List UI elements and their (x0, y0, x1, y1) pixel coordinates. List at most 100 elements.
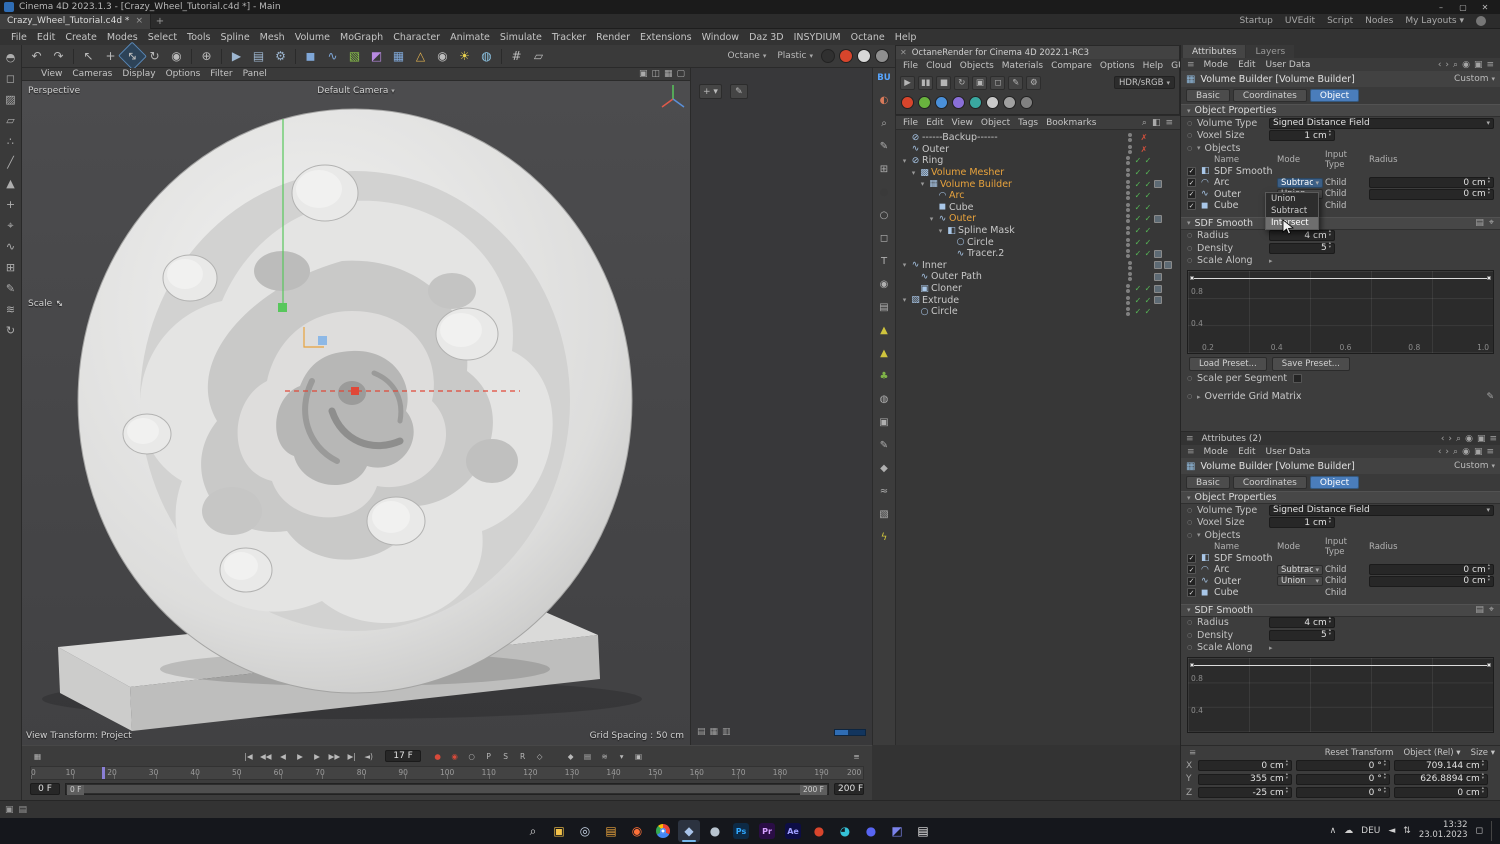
size-field[interactable]: 709.144 cm ▴ ▾ (1394, 759, 1488, 772)
texture-mode-icon[interactable]: ▨ (5, 94, 15, 105)
attr-menu-icon[interactable]: ≡ (1489, 434, 1497, 444)
reset-transform-button[interactable]: Reset Transform (1325, 748, 1394, 758)
history-icon[interactable]: ↻ (6, 325, 15, 336)
object-manager-menu-view[interactable]: View (948, 118, 977, 128)
attr-search-icon[interactable]: ⌕ (1453, 447, 1458, 457)
position-field[interactable]: 355 cm ▴ ▾ (1198, 773, 1292, 785)
octane-warning-a-icon[interactable]: ▲ (880, 326, 888, 336)
enabled-check-icon[interactable]: ✓ (1134, 238, 1142, 247)
sdf-preset-icon[interactable]: ▤ (1475, 218, 1484, 228)
record-position-button[interactable]: P (481, 750, 496, 763)
curve-line[interactable] (1190, 663, 1491, 667)
object-row-arc[interactable]: ◠ Arc ✓ ✓ (896, 190, 1180, 202)
octane-glossy-material-icon[interactable] (918, 96, 931, 109)
octane-zoom-icon[interactable]: ⌕ (881, 119, 887, 129)
autokey-button[interactable]: ◉ (447, 750, 462, 763)
camera-label[interactable]: Default Camera ▾ (317, 86, 394, 96)
volume-object-row-cube[interactable]: ✓ ◼ Cube Child (1181, 200, 1500, 212)
attributes-tab[interactable]: Attributes (1183, 45, 1246, 58)
position-field[interactable]: -25 cm ▴ ▾ (1198, 786, 1292, 799)
points-mode-icon[interactable]: ∴ (7, 136, 14, 147)
add-camera-icon[interactable]: ◉ (432, 46, 453, 66)
viewport-menu-display[interactable]: Display (117, 69, 160, 79)
enabled-check-icon[interactable]: ✓ (1144, 191, 1152, 200)
octane-sphere-icon[interactable]: ○ (880, 211, 889, 221)
vp-grid-view-icon[interactable]: ▦ (664, 69, 673, 79)
visibility-dots-icon[interactable] (1126, 307, 1130, 317)
visibility-dots-icon[interactable] (1126, 226, 1130, 236)
tray-chevron-icon[interactable]: ∧ (1330, 826, 1337, 836)
menubar-item-mesh[interactable]: Mesh (255, 32, 290, 43)
viewport-menu-options[interactable]: Options (161, 69, 206, 79)
octane-specular-material-icon[interactable] (935, 96, 948, 109)
attr-back-icon[interactable]: ‹ (1438, 447, 1442, 457)
object-manager-menu-edit[interactable]: Edit (922, 118, 947, 128)
rotation-field[interactable]: 0 ° ▴ ▾ (1296, 759, 1390, 772)
morph-tool-icon[interactable]: ≋ (6, 304, 15, 315)
octane-frame-icon[interactable]: ▣ (879, 418, 888, 428)
section-sdf-smooth[interactable]: ▾ SDF Smooth ▤ ⌖ (1181, 603, 1500, 617)
object-row-outer[interactable]: ∿ Outer ✗ (896, 144, 1180, 156)
document-tab[interactable]: Crazy_Wheel_Tutorial.c4d * × (0, 13, 151, 29)
visibility-dots-icon[interactable] (1128, 260, 1132, 270)
mode-dropdown-button[interactable]: Subtract▾ (1277, 177, 1323, 188)
mode-dropdown-button[interactable]: Subtract▾ (1277, 564, 1323, 575)
octane-diamond-icon[interactable]: ◆ (880, 464, 888, 474)
add-environment-icon[interactable]: ◍ (476, 46, 497, 66)
rotate-tool-icon[interactable]: ↻ (144, 46, 165, 66)
size-field[interactable]: 0 cm ▴ ▾ (1394, 786, 1488, 799)
octane-kernel-icon[interactable] (1020, 96, 1033, 109)
enabled-check-icon[interactable]: ✓ (1134, 296, 1142, 305)
layout-tab-uvedit[interactable]: UVEdit (1285, 16, 1315, 26)
enabled-check-icon[interactable]: ✓ (1134, 226, 1142, 235)
menubar-item-mograph[interactable]: MoGraph (335, 32, 388, 43)
goto-end-button[interactable]: ▶| (344, 750, 359, 763)
octane-live-icon[interactable]: ◐ (880, 96, 889, 106)
stepper-arrows[interactable]: ▴ ▾ (1286, 786, 1288, 797)
octane-menu-file[interactable]: File (899, 61, 922, 71)
strip-layers-icon[interactable]: ▤ (697, 727, 706, 737)
close-button[interactable]: ✕ (1474, 3, 1496, 12)
taskbar-obs-button[interactable]: ● (704, 820, 726, 842)
collapse-arrow-icon[interactable]: ▾ (936, 227, 945, 235)
undo-icon[interactable]: ↶ (26, 46, 47, 66)
stepper-arrows[interactable]: ▴ ▾ (1488, 563, 1490, 574)
octane-bolt-icon[interactable]: ϟ (881, 533, 888, 543)
render-engine-select[interactable]: Octane ▾ (723, 51, 772, 61)
position-field[interactable]: 0 cm ▴ ▾ (1198, 759, 1292, 772)
timeline-units-button[interactable]: ▤ (580, 750, 595, 763)
object-tag-icon[interactable] (1154, 214, 1162, 223)
enabled-checkbox[interactable]: ✓ (1187, 576, 1196, 586)
octane-mix-material-icon[interactable] (952, 96, 965, 109)
volume-object-row-outer[interactable]: ✓ ∿ Outer Union ▾ Child 0 cm▴▾ (1181, 575, 1500, 588)
taskbar-folder-button[interactable]: ▤ (600, 820, 622, 842)
viewport-canvas[interactable]: Perspective Default Camera ▾ Scale ↔ Vie… (22, 81, 690, 745)
tray-language-label[interactable]: DEU (1361, 826, 1380, 836)
visibility-dots-icon[interactable] (1128, 133, 1132, 143)
add-light-icon[interactable]: ☀ (454, 46, 475, 66)
add-spline-icon[interactable]: ∿ (322, 46, 343, 66)
menubar-item-daz-3d[interactable]: Daz 3D (744, 32, 789, 43)
enabled-checkbox[interactable]: ✓ (1187, 201, 1196, 211)
menubar-item-spline[interactable]: Spline (215, 32, 254, 43)
redo-icon[interactable]: ↷ (48, 46, 69, 66)
render-picture-viewer-icon[interactable]: ▤ (248, 46, 269, 66)
override-grid-matrix-row[interactable]: ○ ▸ Override Grid Matrix ✎ (1181, 391, 1500, 404)
object-row-inner[interactable]: ▾ ∿ Inner (896, 260, 1180, 272)
status-materials-icon[interactable]: ▣ (5, 805, 14, 815)
viewport-menu-panel[interactable]: Panel (238, 69, 272, 79)
taskbar-firefox-button[interactable]: ◉ (626, 820, 648, 842)
octane-render-start-icon[interactable]: ▶ (900, 75, 915, 90)
vp-single-view-icon[interactable]: ▣ (639, 69, 648, 79)
stepper-arrows[interactable]: ▴ ▾ (1286, 759, 1288, 770)
mode-menu[interactable]: Mode (1200, 60, 1233, 70)
taskbar-octane-button[interactable]: ● (808, 820, 830, 842)
octane-menu-compare[interactable]: Compare (1047, 61, 1096, 71)
taskbar-steam-button[interactable]: ◎ (574, 820, 596, 842)
om-options-icon[interactable]: ≡ (1165, 118, 1173, 128)
section-sdf-smooth[interactable]: ▾ SDF Smooth ▤ ⌖ (1181, 216, 1500, 230)
edges-mode-icon[interactable]: ╱ (7, 157, 14, 168)
axis-mode-icon[interactable]: ⌖ (7, 220, 13, 231)
minimize-button[interactable]: – (1430, 3, 1452, 12)
save-preset-button[interactable]: Save Preset... (1271, 357, 1350, 371)
